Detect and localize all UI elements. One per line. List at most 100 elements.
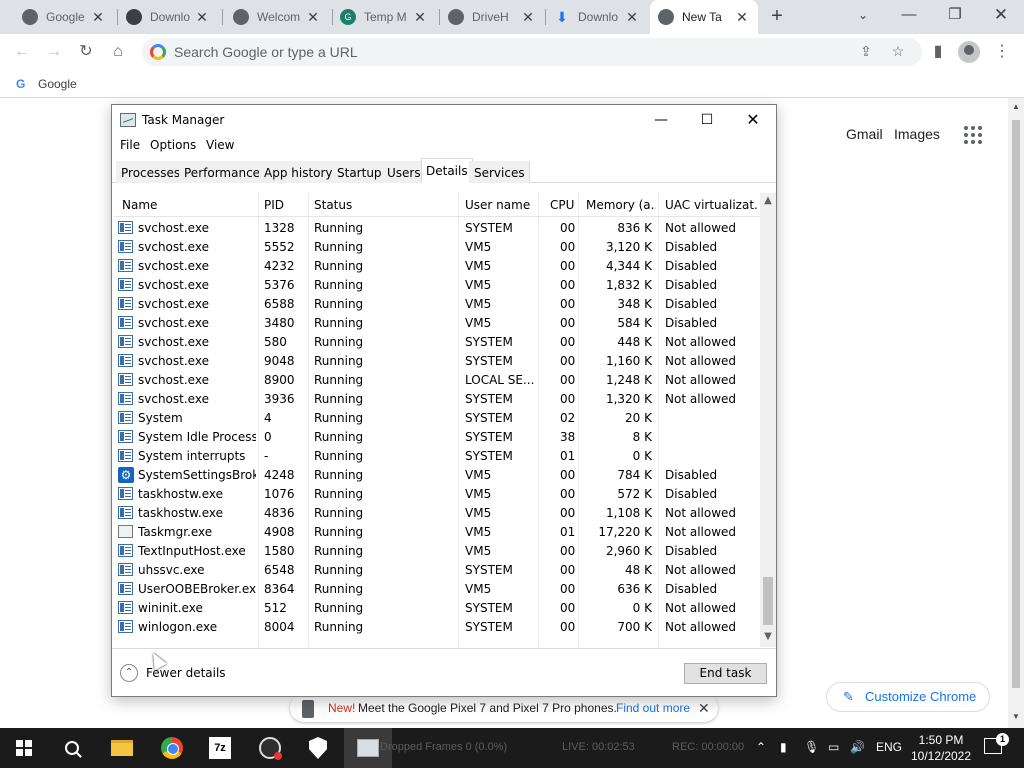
gmail-link[interactable]: Gmail — [846, 126, 883, 142]
tab-download-2[interactable]: ⬇ Downlo ✕ — [546, 0, 648, 34]
clock[interactable]: 1:50 PM 10/12/2022 — [908, 732, 974, 764]
cell-memory: 1,108 K — [605, 506, 652, 520]
close-window-button[interactable]: ✕ — [978, 0, 1024, 30]
tab-search-icon[interactable]: ⌄ — [840, 0, 886, 30]
menu-options[interactable]: Options — [150, 138, 196, 152]
table-row[interactable]: svchost.exe 5376 Running VM5 00 1,832 K Disabl… — [114, 276, 760, 295]
column-header-status[interactable]: Status — [314, 198, 352, 212]
bookmark-google[interactable]: Google — [38, 77, 77, 91]
tab-details[interactable]: Details — [421, 158, 473, 183]
tab-download-1[interactable]: Downlo ✕ — [118, 0, 218, 34]
page-scrollbar-thumb[interactable] — [1012, 120, 1020, 688]
side-panel-icon[interactable]: ▮ — [926, 41, 950, 63]
chevron-up-icon[interactable]: ⌃ — [120, 664, 138, 682]
close-tab-icon[interactable]: ✕ — [90, 9, 106, 26]
details-scrollbar[interactable]: ▲ ▼ — [760, 193, 776, 647]
share-icon[interactable]: ⇪ — [856, 43, 876, 61]
menu-kebab-icon[interactable]: ⋮ — [990, 41, 1014, 63]
table-row[interactable]: svchost.exe 9048 Running SYSTEM 00 1,160 K Not… — [114, 352, 760, 371]
restore-button[interactable]: ❐ — [932, 0, 978, 30]
tab-processes[interactable]: Processes — [116, 161, 186, 183]
table-row[interactable]: svchost.exe 1328 Running SYSTEM 00 836 K Not a… — [114, 219, 760, 238]
tab-temp-mail[interactable]: G Temp M ✕ — [332, 0, 436, 34]
tm-close-button[interactable]: ✕ — [730, 105, 776, 135]
table-row[interactable]: winlogon.exe 8004 Running SYSTEM 00 700 K Not … — [114, 618, 760, 637]
omnibox[interactable]: Search Google or type a URL ⇪ ☆ — [142, 38, 922, 66]
menu-file[interactable]: File — [120, 138, 140, 152]
table-row[interactable]: svchost.exe 8900 Running LOCAL SE... 00 1,248… — [114, 371, 760, 390]
close-tab-icon[interactable]: ✕ — [412, 9, 428, 26]
close-tab-icon[interactable]: ✕ — [624, 9, 640, 26]
tab-users[interactable]: Users — [382, 161, 426, 183]
menu-view[interactable]: View — [206, 138, 234, 152]
table-row[interactable]: svchost.exe 580 Running SYSTEM 00 448 K Not al… — [114, 333, 760, 352]
end-task-button[interactable]: End task — [684, 663, 767, 684]
tab-startup[interactable]: Startup — [332, 161, 387, 183]
table-row[interactable]: taskhostw.exe 4836 Running VM5 00 1,108 K Not … — [114, 504, 760, 523]
page-scrollbar[interactable]: ▲ ▼ — [1008, 98, 1024, 728]
table-row[interactable]: System Idle Process 0 Running SYSTEM 38 8 K — [114, 428, 760, 447]
start-button[interactable] — [0, 728, 48, 768]
back-icon[interactable]: ← — [10, 41, 34, 63]
table-row[interactable]: ⚙ SystemSettingsBroke... 4248 Running VM5 00 7… — [114, 466, 760, 485]
promo-close-icon[interactable]: ✕ — [698, 694, 710, 722]
taskbar-file-explorer[interactable] — [98, 728, 146, 768]
tm-maximize-button[interactable]: ☐ — [684, 105, 730, 135]
tab-services[interactable]: Services — [469, 161, 530, 183]
search-button[interactable] — [48, 728, 96, 768]
table-row[interactable]: uhssvc.exe 6548 Running SYSTEM 00 48 K Not all… — [114, 561, 760, 580]
table-row[interactable]: taskhostw.exe 1076 Running VM5 00 572 K Disabl… — [114, 485, 760, 504]
close-tab-icon[interactable]: ✕ — [734, 9, 750, 26]
table-row[interactable]: wininit.exe 512 Running SYSTEM 00 0 K Not allo… — [114, 599, 760, 618]
details-scrollbar-thumb[interactable] — [763, 577, 773, 625]
forward-icon[interactable]: → — [42, 41, 66, 63]
table-row[interactable]: TextInputHost.exe 1580 Running VM5 00 2,960 K… — [114, 542, 760, 561]
google-apps-icon[interactable] — [964, 126, 982, 144]
profile-avatar[interactable] — [958, 41, 980, 63]
customize-chrome-button[interactable]: ✎ Customize Chrome — [826, 682, 990, 712]
volume-icon[interactable]: 🔊 — [850, 740, 865, 754]
table-row[interactable]: Taskmgr.exe 4908 Running VM5 01 17,220 K Not a… — [114, 523, 760, 542]
reload-icon[interactable]: ↻ — [74, 41, 98, 63]
column-header-uac[interactable]: UAC virtualizat... — [665, 198, 757, 212]
table-row[interactable]: UserOOBEBroker.exe 8364 Running VM5 00 636 K D… — [114, 580, 760, 599]
tab-drivehq[interactable]: DriveH ✕ — [440, 0, 544, 34]
table-row[interactable]: svchost.exe 5552 Running VM5 00 3,120 K Disabl… — [114, 238, 760, 257]
column-header-name[interactable]: Name — [122, 198, 157, 212]
network-icon[interactable]: ▭ — [828, 740, 839, 754]
tab-performance[interactable]: Performance — [179, 161, 266, 183]
promo-find-out-more-link[interactable]: Find out more — [616, 694, 690, 722]
taskbar-security[interactable] — [294, 728, 342, 768]
language-indicator[interactable]: ENG — [876, 740, 902, 754]
table-row[interactable]: svchost.exe 4232 Running VM5 00 4,344 K Disabl… — [114, 257, 760, 276]
column-header-pid[interactable]: PID — [264, 198, 284, 212]
close-tab-icon[interactable]: ✕ — [305, 9, 321, 26]
home-icon[interactable]: ⌂ — [106, 41, 130, 63]
tab-app-history[interactable]: App history — [259, 161, 338, 183]
table-row[interactable]: System 4 Running SYSTEM 02 20 K — [114, 409, 760, 428]
table-row[interactable]: svchost.exe 3936 Running SYSTEM 00 1,320 K Not… — [114, 390, 760, 409]
column-header-cpu[interactable]: CPU — [550, 198, 574, 212]
minimize-button[interactable]: — — [886, 0, 932, 30]
task-manager-titlebar[interactable]: Task Manager — ☐ ✕ — [112, 105, 776, 135]
images-link[interactable]: Images — [894, 126, 940, 142]
microphone-icon[interactable]: 🎙 — [804, 740, 819, 754]
table-row[interactable]: svchost.exe 3480 Running VM5 00 584 K Disabled — [114, 314, 760, 333]
close-tab-icon[interactable]: ✕ — [194, 9, 210, 26]
close-tab-icon[interactable]: ✕ — [520, 9, 536, 26]
bookmark-star-icon[interactable]: ☆ — [888, 43, 908, 61]
new-tab-button[interactable]: + — [766, 5, 788, 27]
tab-google[interactable]: Google ✕ — [14, 0, 114, 34]
taskbar-7zip[interactable]: 7z — [196, 728, 244, 768]
tab-welcome[interactable]: Welcom ✕ — [225, 0, 329, 34]
table-row[interactable]: System interrupts - Running SYSTEM 01 0 K — [114, 447, 760, 466]
tab-new-tab[interactable]: New Ta ✕ — [650, 0, 758, 34]
device-icon[interactable]: ▮ — [780, 740, 787, 754]
taskbar-obs[interactable] — [246, 728, 294, 768]
column-header-user-name[interactable]: User name — [465, 198, 530, 212]
column-header-memory[interactable]: Memory (a... — [586, 198, 656, 212]
table-row[interactable]: svchost.exe 6588 Running VM5 00 348 K Disabled — [114, 295, 760, 314]
taskbar-chrome[interactable] — [148, 728, 196, 768]
show-hidden-icons[interactable]: ⌃ — [756, 740, 766, 754]
tm-minimize-button[interactable]: — — [638, 105, 684, 135]
